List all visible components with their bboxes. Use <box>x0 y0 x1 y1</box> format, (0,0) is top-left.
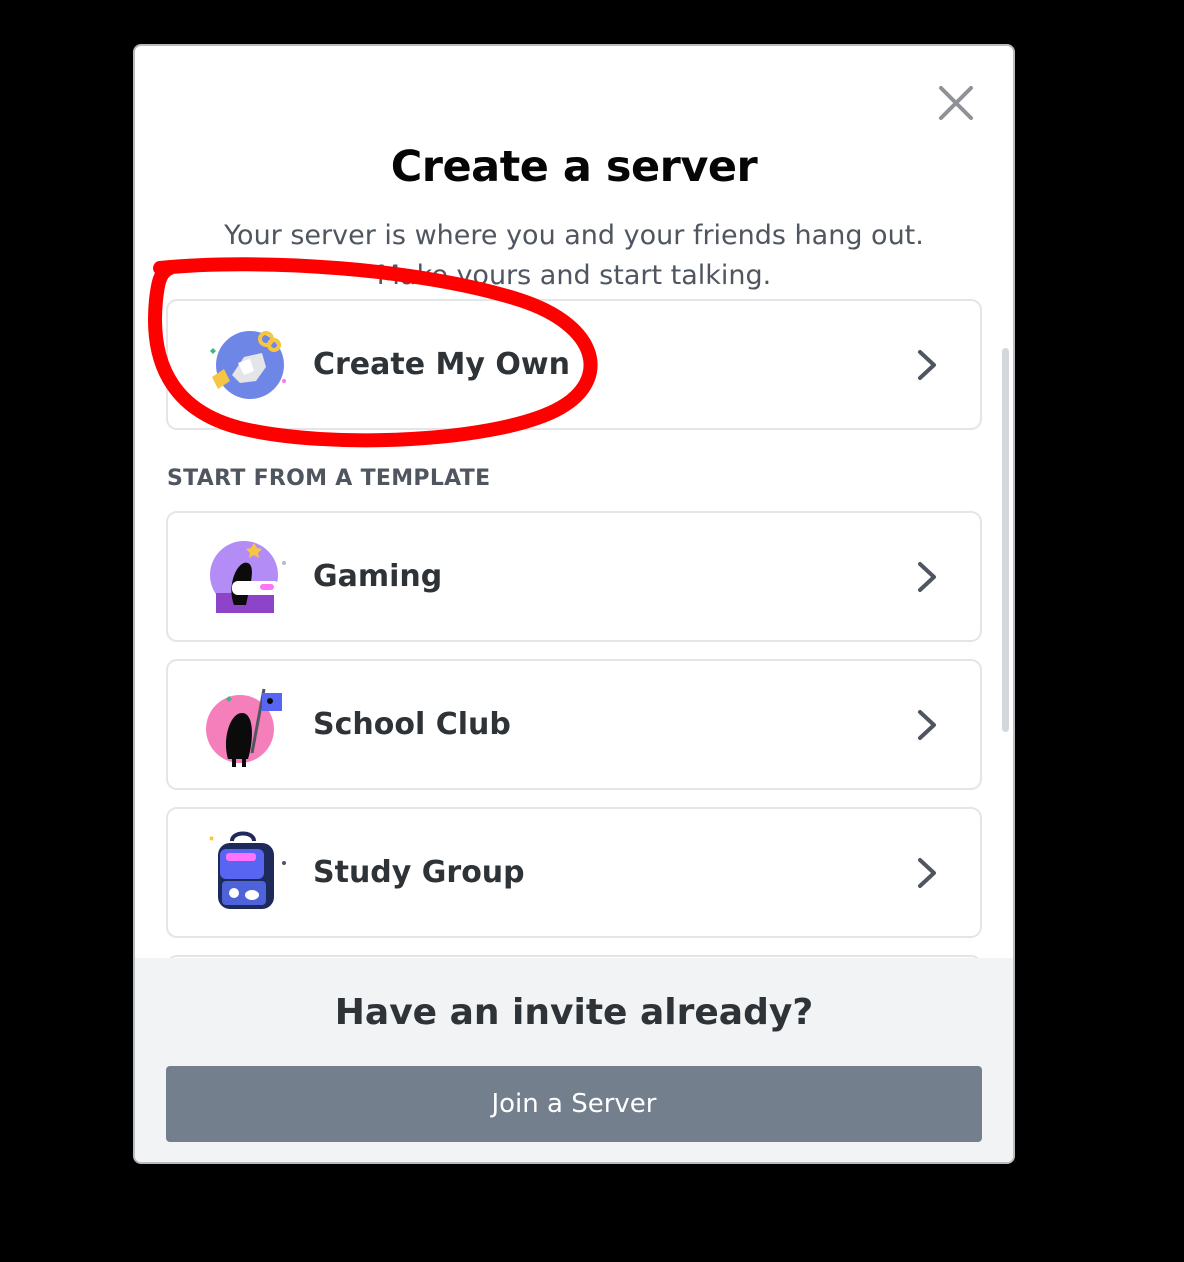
create-server-modal: Create a server Your server is where you… <box>133 44 1015 1164</box>
modal-footer: Have an invite already? Join a Server <box>135 958 1013 1162</box>
chevron-right-icon <box>918 562 936 592</box>
school-club-illustration-icon <box>206 688 282 767</box>
chevron-right-icon <box>918 858 936 888</box>
join-server-button[interactable]: Join a Server <box>166 1066 982 1142</box>
gaming-illustration-icon <box>210 541 286 613</box>
create-my-own-option[interactable]: Create My Own <box>166 299 982 430</box>
template-label-study-group: Study Group <box>313 855 525 890</box>
template-option-gaming[interactable]: Gaming <box>166 511 982 642</box>
study-group-illustration-icon <box>209 831 286 909</box>
close-button[interactable] <box>933 80 979 126</box>
close-icon <box>939 86 973 120</box>
template-label-school-club: School Club <box>313 707 511 742</box>
template-label-gaming: Gaming <box>313 559 443 594</box>
template-option-study-group[interactable]: Study Group <box>166 807 982 938</box>
chevron-right-icon <box>918 710 936 740</box>
chevron-right-icon <box>918 350 936 380</box>
create-my-own-label: Create My Own <box>313 347 570 382</box>
create-own-illustration-icon <box>210 331 286 399</box>
template-option-school-club[interactable]: School Club <box>166 659 982 790</box>
modal-title: Create a server <box>390 142 758 192</box>
scrollbar-thumb[interactable] <box>1002 348 1009 732</box>
invite-heading: Have an invite already? <box>334 992 814 1033</box>
modal-subtitle: Your server is where you and your friend… <box>224 220 924 291</box>
template-section-label: START FROM A TEMPLATE <box>167 466 491 491</box>
